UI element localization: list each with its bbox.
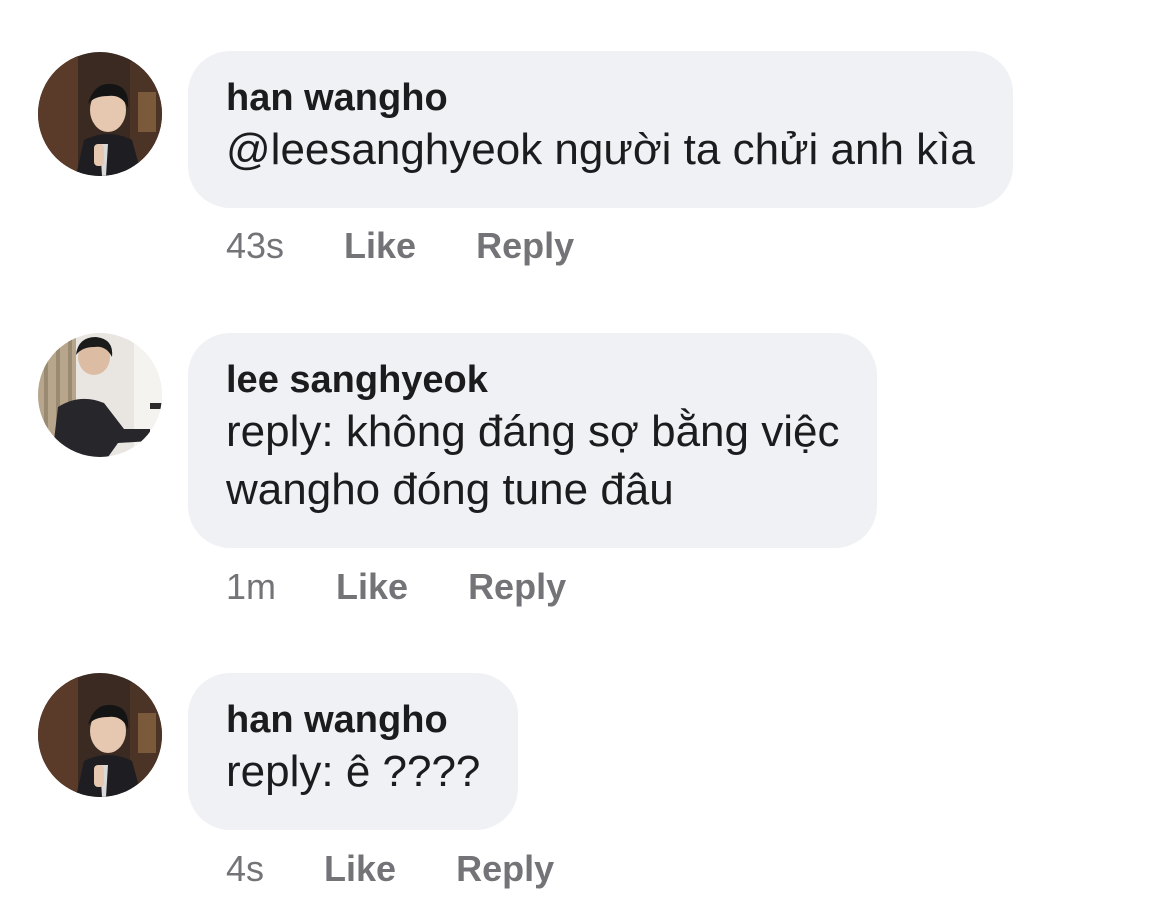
comment-bubble: han wangho reply: ê ???? <box>188 673 519 830</box>
avatar[interactable] <box>38 333 162 457</box>
comment-actions: 4s Like Reply <box>226 847 554 891</box>
comment-timestamp: 1m <box>226 566 277 607</box>
comment-author[interactable]: han wangho <box>226 75 975 121</box>
profile-photo-suit-icon <box>38 673 162 797</box>
avatar[interactable] <box>38 673 162 797</box>
reply-button[interactable]: Reply <box>476 225 574 267</box>
comment-author[interactable]: lee sanghyeok <box>226 357 839 403</box>
comment-timestamp: 4s <box>226 848 265 889</box>
comment-bubble: lee sanghyeok reply: không đáng sợ bằng … <box>188 333 878 548</box>
reply-button[interactable]: Reply <box>456 848 554 890</box>
comment-text: wangho đóng tune đâu <box>226 465 674 514</box>
avatar[interactable] <box>38 52 162 176</box>
profile-photo-suit-icon <box>38 52 162 176</box>
comment-timestamp: 43s <box>226 225 285 266</box>
reply-button[interactable]: Reply <box>468 566 566 608</box>
comment-actions: 43s Like Reply <box>226 224 574 268</box>
profile-photo-piano-icon <box>38 333 162 457</box>
comment-actions: 1m Like Reply <box>226 565 566 609</box>
comment-thread: han wangho @leesanghyeok người ta chửi a… <box>0 0 1170 905</box>
comment-text: reply: không đáng sợ bằng việc <box>226 407 840 456</box>
like-button[interactable]: Like <box>324 848 396 890</box>
comment-text: @leesanghyeok người ta chửi anh kìa <box>226 125 975 174</box>
comment-bubble: han wangho @leesanghyeok người ta chửi a… <box>188 51 1013 208</box>
comment-text: reply: ê ???? <box>226 747 481 796</box>
like-button[interactable]: Like <box>336 566 408 608</box>
like-button[interactable]: Like <box>344 225 416 267</box>
comment-author[interactable]: han wangho <box>226 697 480 743</box>
